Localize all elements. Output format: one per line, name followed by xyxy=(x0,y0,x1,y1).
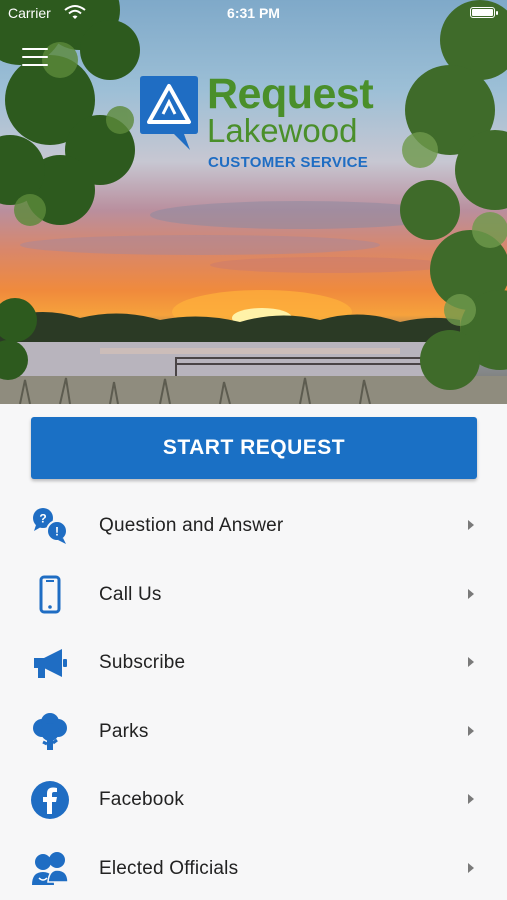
menu-list: ? ! Question and Answer Call Us Subscrib… xyxy=(0,492,507,900)
status-time: 6:31 PM xyxy=(227,5,280,21)
menu-item-subscribe[interactable]: Subscribe xyxy=(0,629,507,698)
facebook-icon xyxy=(31,781,69,819)
menu-item-parks[interactable]: Parks xyxy=(0,698,507,767)
logo-customer-service-text: CUSTOMER SERVICE xyxy=(208,154,369,171)
menu-item-facebook[interactable]: Facebook xyxy=(0,766,507,835)
people-icon xyxy=(32,851,69,885)
svg-text:?: ? xyxy=(39,512,46,526)
menu-item-label: Question and Answer xyxy=(99,515,284,536)
menu-item-call-us[interactable]: Call Us xyxy=(0,561,507,630)
menu-item-label: Facebook xyxy=(99,789,185,810)
chevron-right-icon xyxy=(468,862,474,873)
status-bar: Carrier 6:31 PM xyxy=(0,0,507,28)
battery-icon xyxy=(470,7,498,18)
hamburger-menu-icon[interactable] xyxy=(22,48,48,68)
request-lakewood-logo: Request Lakewood CUSTOMER SERVICE xyxy=(140,70,374,174)
phone-icon xyxy=(39,575,61,613)
menu-item-label: Parks xyxy=(99,720,149,742)
chevron-right-icon xyxy=(468,725,474,736)
menu-item-label: Call Us xyxy=(99,583,162,605)
menu-item-question-and-answer[interactable]: ? ! Question and Answer xyxy=(0,492,507,561)
logo-mark-icon xyxy=(140,76,198,150)
menu-item-label: Elected Officials xyxy=(99,857,239,879)
svg-text:!: ! xyxy=(55,525,59,539)
chevron-right-icon xyxy=(468,520,474,530)
tree-icon xyxy=(33,712,67,750)
chevron-right-icon xyxy=(468,588,474,599)
chevron-right-icon xyxy=(468,794,474,804)
hero-sunset-image xyxy=(0,0,507,404)
menu-item-elected-officials[interactable]: Elected Officials xyxy=(0,835,507,900)
menu-item-label: Subscribe xyxy=(99,652,186,673)
start-request-button[interactable]: START REQUEST xyxy=(31,417,477,479)
chevron-right-icon xyxy=(468,657,474,667)
question-bubbles-icon: ? ! xyxy=(33,508,68,544)
logo-lakewood-text: Lakewood xyxy=(207,112,358,149)
megaphone-icon xyxy=(34,649,67,678)
